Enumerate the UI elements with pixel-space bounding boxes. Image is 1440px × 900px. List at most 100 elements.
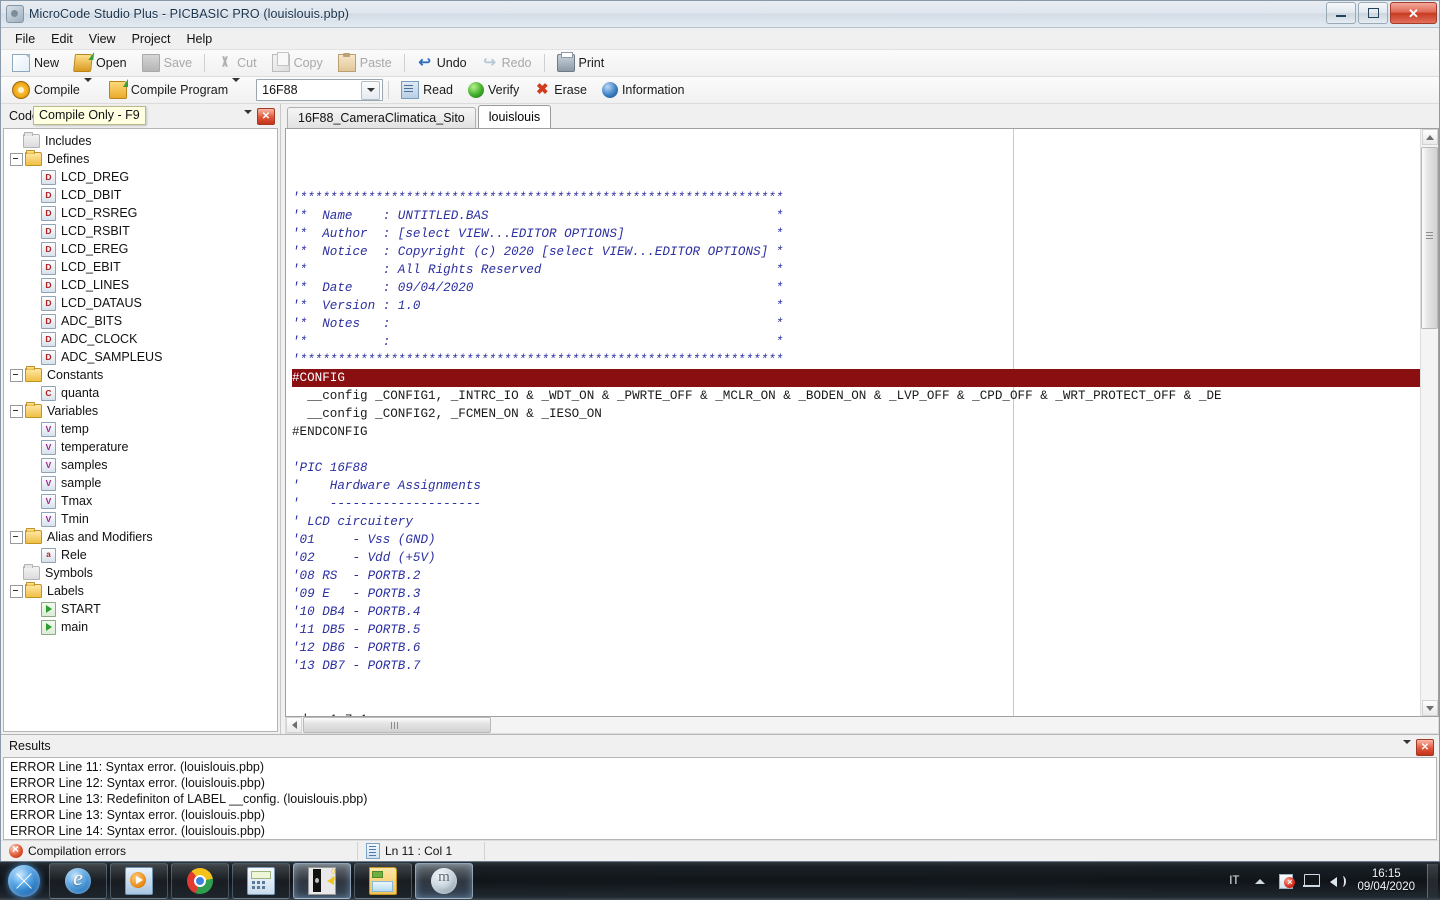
menu-project[interactable]: Project [124,30,179,48]
vertical-scroll-track[interactable] [1421,329,1438,700]
start-button[interactable] [2,863,46,899]
menu-edit[interactable]: Edit [43,30,81,48]
results-menu-icon[interactable] [1403,744,1411,758]
tree-item-tmin[interactable]: VTmin [4,510,277,528]
results-close-button[interactable]: ✕ [1416,739,1434,756]
tree-item-start[interactable]: START [4,600,277,618]
taskbar-item-google-chrome[interactable] [171,863,229,899]
taskbar-item-calculator[interactable] [232,863,290,899]
vertical-scroll-thumb[interactable] [1421,147,1438,329]
scroll-left-button[interactable] [286,717,302,733]
tree-item-lcd-ebit[interactable]: DLCD_EBIT [4,258,277,276]
tree-expander-collapse-icon[interactable] [10,531,23,544]
compile-program-dropdown-icon[interactable] [232,82,242,98]
tree-item-lcd-ereg[interactable]: DLCD_EREG [4,240,277,258]
menu-view[interactable]: View [81,30,124,48]
taskbar-item-microcode-studio[interactable] [415,863,473,899]
tab-16F88-CameraClimatica-Sito[interactable]: 16F88_CameraClimatica_Sito [287,107,476,128]
device-select[interactable]: 16F88 [256,79,383,101]
results-error-list[interactable]: ERROR Line 11: Syntax error. (louislouis… [3,757,1437,840]
error-list-item[interactable]: ERROR Line 12: Syntax error. (louislouis… [4,775,1436,791]
error-list-item[interactable]: ERROR Line 13: Syntax error. (louislouis… [4,807,1436,823]
action-center-flag-icon[interactable] [1275,870,1297,892]
editor-horizontal-scrollbar[interactable] [285,717,1439,734]
tab-louislouis[interactable]: louislouis [478,105,551,128]
menu-file[interactable]: File [7,30,43,48]
close-button[interactable]: ✕ [1390,2,1437,24]
copy-button[interactable]: Copy [265,51,330,75]
save-button[interactable]: Save [135,51,200,75]
compile-dropdown-icon[interactable] [84,82,94,98]
tree-item-labels[interactable]: Labels [4,582,277,600]
paste-button[interactable]: Paste [331,51,399,75]
tree-item-lcd-lines[interactable]: DLCD_LINES [4,276,277,294]
new-button[interactable]: New [5,51,66,75]
open-button[interactable]: Open [67,51,134,75]
error-list-item[interactable]: ERROR Line 11: Syntax error. (louislouis… [4,759,1436,775]
compile-program-button[interactable]: Compile Program [102,78,249,102]
volume-icon[interactable] [1327,870,1349,892]
tree-item-symbols[interactable]: Symbols [4,564,277,582]
taskbar-item-pic-programmer[interactable]: 00 [293,863,351,899]
tree-item-lcd-rsbit[interactable]: DLCD_RSBIT [4,222,277,240]
tree-item-rele[interactable]: aRele [4,546,277,564]
save-button-label: Save [164,56,193,70]
scroll-down-button[interactable] [1422,700,1438,716]
tree-item-sample[interactable]: Vsample [4,474,277,492]
tree-item-samples[interactable]: Vsamples [4,456,277,474]
information-button[interactable]: Information [595,78,692,102]
error-list-item[interactable]: ERROR Line 14: Syntax error. (louislouis… [4,823,1436,839]
tree-expander-collapse-icon[interactable] [10,369,23,382]
taskbar-item-windows-media-player[interactable] [110,863,168,899]
print-button[interactable]: Print [550,51,612,75]
clock[interactable]: 16:15 09/04/2020 [1351,868,1425,894]
code-text-area[interactable]: '***************************************… [286,129,1420,716]
editor-vertical-scrollbar[interactable] [1420,129,1438,716]
tree-item-temp[interactable]: Vtemp [4,420,277,438]
tree-item-adc-sampleus[interactable]: DADC_SAMPLEUS [4,348,277,366]
language-indicator[interactable]: IT [1221,875,1247,887]
restore-button[interactable] [1358,2,1388,24]
cut-button[interactable]: Cut [210,51,263,75]
tree-item-lcd-dataus[interactable]: DLCD_DATAUS [4,294,277,312]
show-hidden-icons-icon[interactable] [1249,870,1271,892]
horizontal-scroll-thumb[interactable] [303,717,491,733]
tree-item-constants[interactable]: Constants [4,366,277,384]
read-button[interactable]: Read [394,78,460,102]
network-icon[interactable] [1301,870,1323,892]
taskbar-item-internet-explorer[interactable] [49,863,107,899]
undo-button[interactable]: ↩ Undo [410,51,474,75]
minimize-button[interactable] [1326,2,1356,24]
tree-item-lcd-rsreg[interactable]: DLCD_RSREG [4,204,277,222]
verify-button[interactable]: Verify [461,78,526,102]
tree-item-tmax[interactable]: VTmax [4,492,277,510]
tree-item-temperature[interactable]: Vtemperature [4,438,277,456]
tree-item-main[interactable]: main [4,618,277,636]
tree-item-adc-bits[interactable]: DADC_BITS [4,312,277,330]
title-bar[interactable]: MicroCode Studio Plus - PICBASIC PRO (lo… [1,1,1439,28]
tree-item-quanta[interactable]: Cquanta [4,384,277,402]
redo-button[interactable]: ↪ Redo [475,51,539,75]
tree-item-lcd-dreg[interactable]: DLCD_DREG [4,168,277,186]
tree-item-alias-and-modifiers[interactable]: Alias and Modifiers [4,528,277,546]
tree-item-lcd-dbit[interactable]: DLCD_DBIT [4,186,277,204]
code-explorer-tree[interactable]: IncludesDefinesDLCD_DREGDLCD_DBITDLCD_RS… [3,128,278,732]
tree-item-defines[interactable]: Defines [4,150,277,168]
taskbar-item-windows-explorer[interactable] [354,863,412,899]
device-select-chevron-down-icon[interactable] [361,81,380,100]
code-explorer-close-button[interactable]: ✕ [257,108,275,125]
tree-expander-collapse-icon[interactable] [10,405,23,418]
error-list-item[interactable]: ERROR Line 13: Redefiniton of LABEL __co… [4,791,1436,807]
tree-item-includes[interactable]: Includes [4,132,277,150]
erase-button[interactable]: ✖ Erase [527,78,594,102]
tree-expander-collapse-icon[interactable] [10,585,23,598]
code-explorer-menu-icon[interactable] [244,114,252,128]
scroll-up-button[interactable] [1422,129,1438,145]
show-desktop-button[interactable] [1427,864,1438,898]
tree-item-variables[interactable]: Variables [4,402,277,420]
code-line-text: #ENDCONFIG [292,425,368,439]
compile-button[interactable]: Compile [5,78,101,102]
tree-expander-collapse-icon[interactable] [10,153,23,166]
tree-item-adc-clock[interactable]: DADC_CLOCK [4,330,277,348]
menu-help[interactable]: Help [178,30,220,48]
